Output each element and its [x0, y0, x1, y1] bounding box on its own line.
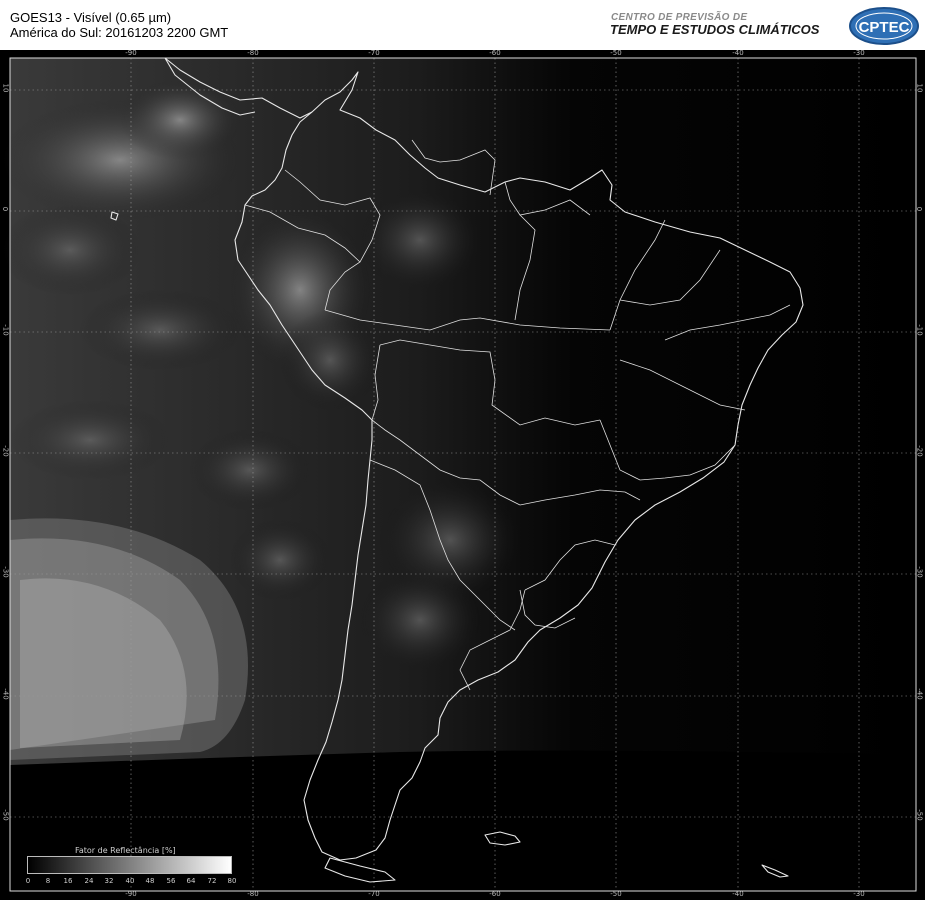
lon-label: -80 [247, 890, 259, 898]
lon-label: -40 [732, 890, 744, 898]
satellite-map: -90 -80 -70 -60 -50 -40 -30 -90 -80 -70 … [0, 49, 925, 900]
lon-label: -50 [610, 49, 622, 57]
lat-label: -30 [1, 566, 10, 578]
lon-label: -90 [125, 890, 137, 898]
legend-tick: 0 [25, 877, 31, 885]
lat-label: -40 [915, 688, 924, 700]
legend-tick: 40 [125, 877, 135, 885]
legend-ticks: 0 8 16 24 32 40 48 56 64 72 80 [22, 877, 237, 887]
lat-label: -20 [1, 445, 10, 457]
lat-label: 10 [1, 83, 10, 93]
legend-tick: 72 [207, 877, 217, 885]
lon-label: -70 [368, 890, 380, 898]
legend-tick: 64 [186, 877, 196, 885]
lon-label: -30 [853, 49, 865, 57]
legend-tick: 16 [63, 877, 73, 885]
map-canvas [0, 57, 917, 892]
lat-label: -10 [1, 324, 10, 336]
tierra-del-fuego [324, 857, 396, 883]
lon-label: -70 [368, 49, 380, 57]
legend-title: Fator de Reflectância [%] [75, 846, 176, 855]
region-datetime: América do Sul: 20161203 2200 GMT [10, 25, 229, 40]
legend-tick: 24 [84, 877, 94, 885]
lat-label: -40 [1, 688, 10, 700]
lat-label: -20 [915, 445, 924, 457]
legend-tick: 48 [145, 877, 155, 885]
lon-label: -30 [853, 890, 865, 898]
product-title: GOES13 - Visível (0.65 µm) [10, 10, 172, 25]
lat-label: 10 [915, 83, 924, 93]
lat-label: -30 [915, 566, 924, 578]
lat-label: -50 [915, 809, 924, 821]
legend-tick: 8 [45, 877, 51, 885]
lat-label: 0 [1, 206, 10, 212]
lat-label: -10 [915, 324, 924, 336]
logo-text: CPTEC [859, 19, 910, 36]
cptec-logo: CPTEC [849, 7, 919, 45]
lon-label: -60 [489, 49, 501, 57]
brand-title: TEMPO E ESTUDOS CLIMÁTICOS [610, 22, 820, 37]
legend-tick: 32 [104, 877, 114, 885]
falkland-islands [484, 831, 521, 846]
south-georgia [761, 864, 789, 878]
legend-tick: 56 [166, 877, 176, 885]
lon-label: -60 [489, 890, 501, 898]
lon-label: -90 [125, 49, 137, 57]
lat-label: -50 [1, 809, 10, 821]
legend-tick: 80 [227, 877, 237, 885]
lat-label: 0 [915, 206, 924, 212]
lon-label: -80 [247, 49, 259, 57]
legend-colorbar [27, 856, 232, 874]
lon-label: -40 [732, 49, 744, 57]
header-bar: GOES13 - Visível (0.65 µm) América do Su… [0, 0, 925, 50]
lon-label: -50 [610, 890, 622, 898]
